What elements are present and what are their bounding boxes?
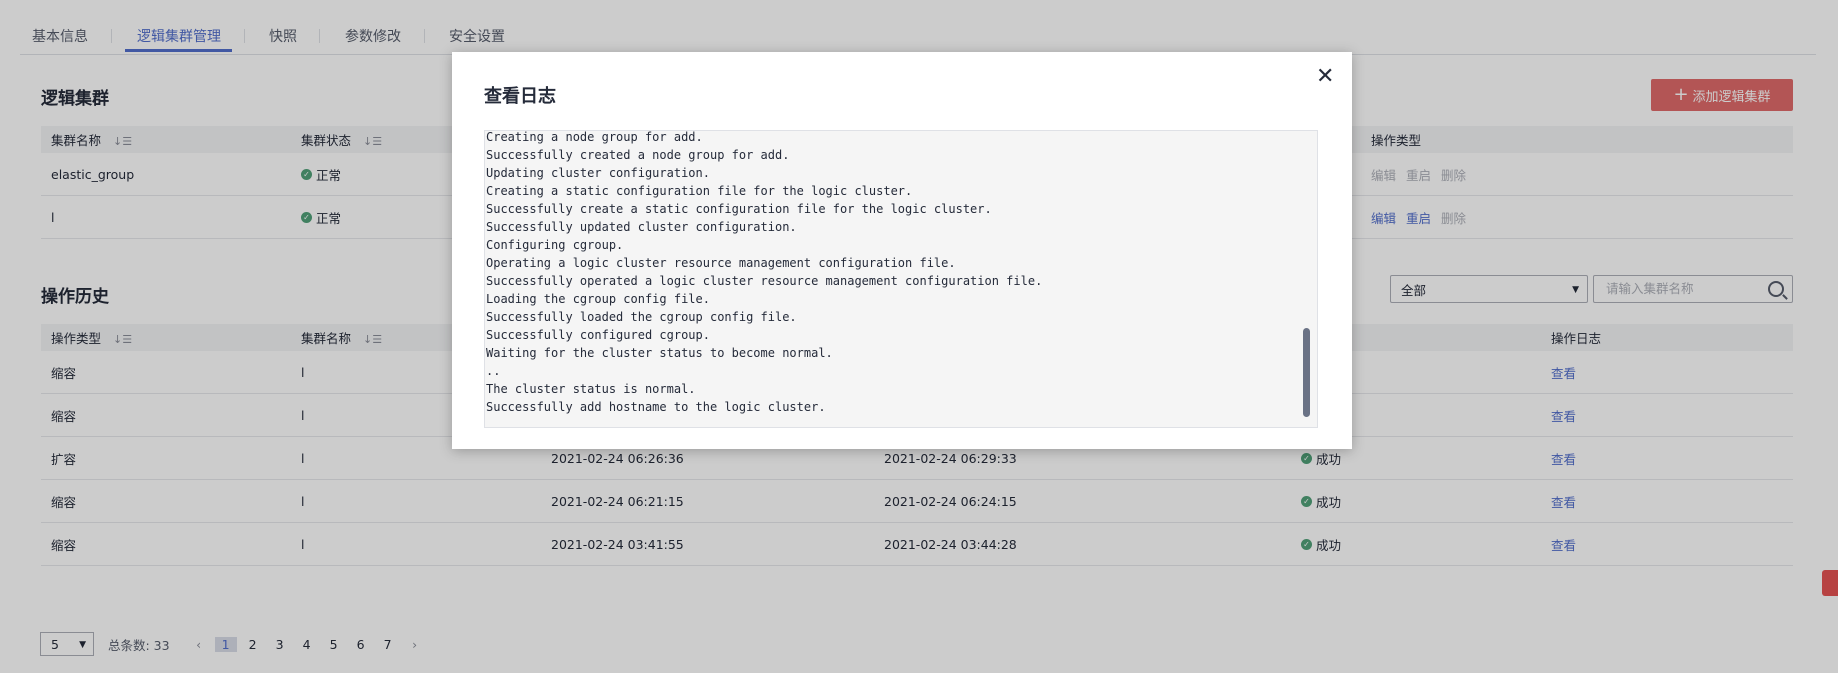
- log-line: Successfully updated cluster configurati…: [486, 220, 797, 234]
- log-line: Successfully add hostname to the logic c…: [486, 400, 826, 414]
- log-line: Successfully configured cgroup.: [486, 328, 710, 342]
- log-line: The cluster status is normal.: [486, 382, 696, 396]
- log-line: Operating a logic cluster resource manag…: [486, 256, 956, 270]
- view-log-dialog: 查看日志 ✕ Creating a node group for add. Suc…: [452, 52, 1352, 449]
- close-icon[interactable]: ✕: [1316, 66, 1334, 88]
- log-line: Successfully create a static configurati…: [486, 202, 992, 216]
- log-line: Creating a node group for add.: [486, 130, 703, 144]
- log-line: Successfully loaded the cgroup config fi…: [486, 310, 797, 324]
- log-line: Loading the cgroup config file.: [486, 292, 710, 306]
- log-line: ..: [486, 364, 501, 378]
- dialog-title: 查看日志: [484, 86, 556, 107]
- log-line: Creating a static configuration file for…: [486, 184, 913, 198]
- scrollbar-thumb[interactable]: [1303, 328, 1310, 417]
- log-line: Configuring cgroup.: [486, 238, 624, 252]
- log-line: Waiting for the cluster status to become…: [486, 346, 833, 360]
- log-line: Successfully created a node group for ad…: [486, 148, 790, 162]
- log-content: Creating a node group for add. Successful…: [485, 130, 1043, 416]
- log-viewer[interactable]: Creating a node group for add. Successful…: [484, 130, 1318, 428]
- log-line: Updating cluster configuration.: [486, 166, 710, 180]
- log-line: Successfully operated a logic cluster re…: [486, 274, 1043, 288]
